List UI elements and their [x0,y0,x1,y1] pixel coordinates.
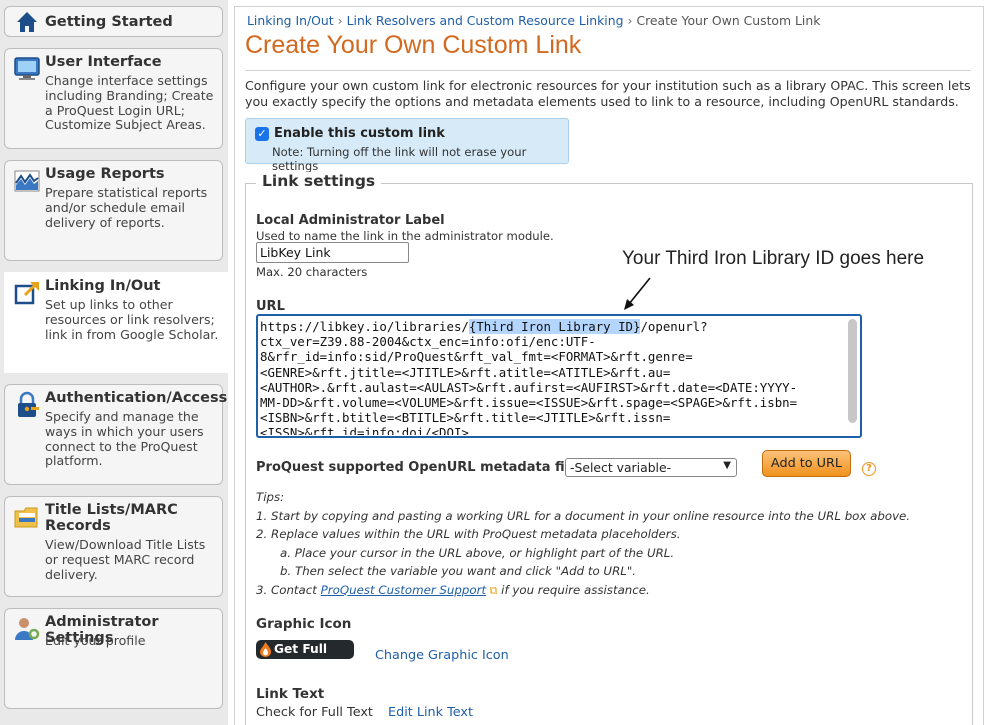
url-scrollbar[interactable] [848,319,857,423]
url-line: MM-DD>&rft.volume=<VOLUME>&rft.issue=<IS… [260,395,798,411]
tips-title: Tips: [256,490,285,504]
main-panel: Linking In/Out › Link Resolvers and Custom… [234,6,984,725]
tip-3-text: 3. Contact [256,582,321,597]
link-text-label: Link Text [256,686,325,702]
tip-3-text: if you require assistance. [497,582,650,597]
tip-1: 1. Start by copying and pasting a workin… [256,508,911,523]
admin-label-max: Max. 20 characters [256,265,368,279]
chart-icon [14,170,40,192]
sidebar-item-label: Linking In/Out [45,278,161,294]
metadata-select-value: -Select variable- [570,460,672,475]
breadcrumb-separator: › [337,13,343,28]
folder-icon [14,507,38,528]
url-line: 8&rfr_id=info:sid/ProQuest&rft_val_fmt=<… [260,349,693,365]
badge-text: Get Full Text [274,642,328,675]
tip-2a: a. Place your cursor in the URL above, o… [280,545,675,560]
metadata-select[interactable]: -Select variable- ▼ [565,458,737,477]
breadcrumb-current: Create Your Own Custom Link [636,13,821,28]
tip-3: 3. Contact ProQuest Customer Support ⧉ i… [256,581,910,601]
breadcrumb: Linking In/Out › Link Resolvers and Custom… [247,13,820,28]
sidebar-item-desc: Set up links to other resources or link … [45,297,219,342]
annotation-text: Your Third Iron Library ID goes here [622,248,925,269]
admin-label-heading: Local Administrator Label [256,213,445,228]
breadcrumb-link-resolvers[interactable]: Link Resolvers and Custom Resource Linki… [347,13,624,28]
edit-link-text-link[interactable]: Edit Link Text [388,705,473,720]
url-line: <ISBN>&rft.btitle=<BTITLE>&rft.title=<JT… [260,410,671,426]
divider [245,70,971,71]
metadata-fields-label: ProQuest supported OpenURL metadata fiel… [256,460,595,475]
graphic-icon-label: Graphic Icon [256,616,352,632]
url-line: ctx_ver=Z39.88-2004&ctx_enc=info:ofi/enc… [260,334,596,350]
link-settings-legend: Link settings [256,172,382,190]
url-line: <ISSN>&rft_id=info:doi/<DOI> [260,425,469,435]
link-out-icon [14,282,39,305]
sidebar-item-label: Title Lists/MARC Records [45,502,178,534]
page-title: Create Your Own Custom Link [245,31,582,59]
sidebar-item-label: User Interface [45,54,162,70]
tip-2b: b. Then select the variable you want and… [280,564,637,579]
sidebar-item-user-interface[interactable]: User Interface Change interface settings… [4,48,223,149]
enable-note: Note: Turning off the link will not eras… [272,145,527,173]
help-icon[interactable]: ? [862,462,876,476]
annotation-arrow-icon [624,277,651,310]
sidebar-item-desc: Change interface settings including Bran… [45,73,214,133]
sidebar-item-usage-reports[interactable]: Usage Reports Prepare statistical report… [4,160,223,261]
enable-link-box: ✓ Enable this custom link Note: Turning … [245,118,569,173]
sidebar-item-desc: View/Download Title Lists or request MAR… [45,537,206,582]
page-intro: Configure your own custom link for elect… [245,78,971,109]
change-graphic-icon-link[interactable]: Change Graphic Icon [375,648,509,663]
breadcrumb-linking[interactable]: Linking In/Out [247,13,334,28]
sidebar-item-title-lists[interactable]: Title Lists/MARC Records View/Download T… [4,496,223,597]
sidebar-item-authentication[interactable]: Authentication/Access Specify and manage… [4,384,228,485]
home-icon [17,12,37,32]
tip-2: 2. Replace values within the URL with Pr… [256,527,681,542]
url-line: <GENRE>&rft.jtitle=<JTITLE>&rft.atitle=<… [260,364,671,380]
url-line: <AUTHOR>.&rft.aulast=<AULAST>&rft.aufirs… [260,379,798,395]
sidebar: Getting Started User Interface Change in… [0,0,228,725]
monitor-icon [14,57,40,80]
sidebar-item-desc: Edit your profile [45,633,146,648]
admin-label-help: Used to name the link in the administrat… [256,229,554,243]
url-segment: https://libkey.io/libraries/ [260,319,469,334]
sidebar-item-label: Usage Reports [45,166,165,182]
sidebar-item-label: Getting Started [45,14,173,30]
url-segment: /openurl? [640,319,708,334]
link-settings-fieldset: Link settings Local Administrator Label … [245,172,973,725]
url-text: https://libkey.io/libraries/{Third Iron … [260,319,845,435]
url-label: URL [256,299,285,314]
external-link-icon: ⧉ [486,583,498,597]
customer-support-link[interactable]: ProQuest Customer Support [321,583,486,597]
tips-block: Tips: 1. Start by copying and pasting a … [256,488,910,601]
enable-label[interactable]: Enable this custom link [274,126,445,141]
sidebar-item-admin-settings[interactable]: Administrator Settings Edit your profile [4,608,223,709]
chevron-down-icon: ▼ [723,460,731,471]
sidebar-item-getting-started[interactable]: Getting Started [4,6,223,37]
url-highlight: {Third Iron Library ID} [468,319,641,334]
sidebar-item-desc: Specify and manage the ways in which you… [45,409,204,469]
flame-icon [260,642,271,657]
user-icon [15,618,40,640]
link-text-value: Check for Full Text [256,705,373,720]
sidebar-item-linking-in-out[interactable]: Linking In/Out Set up links to other res… [4,272,228,373]
sidebar-item-desc: Prepare statistical reports and/or sched… [45,185,208,230]
url-textarea[interactable]: https://libkey.io/libraries/{Third Iron … [256,314,862,438]
get-full-text-badge: Get Full Text [256,640,354,675]
enable-checkbox[interactable]: ✓ [255,127,269,141]
admin-label-input[interactable]: LibKey Link [256,242,409,263]
add-to-url-button[interactable]: Add to URL [762,450,851,477]
sidebar-item-label: Authentication/Access [45,390,228,406]
lock-icon [18,391,39,417]
breadcrumb-separator: › [627,13,633,28]
